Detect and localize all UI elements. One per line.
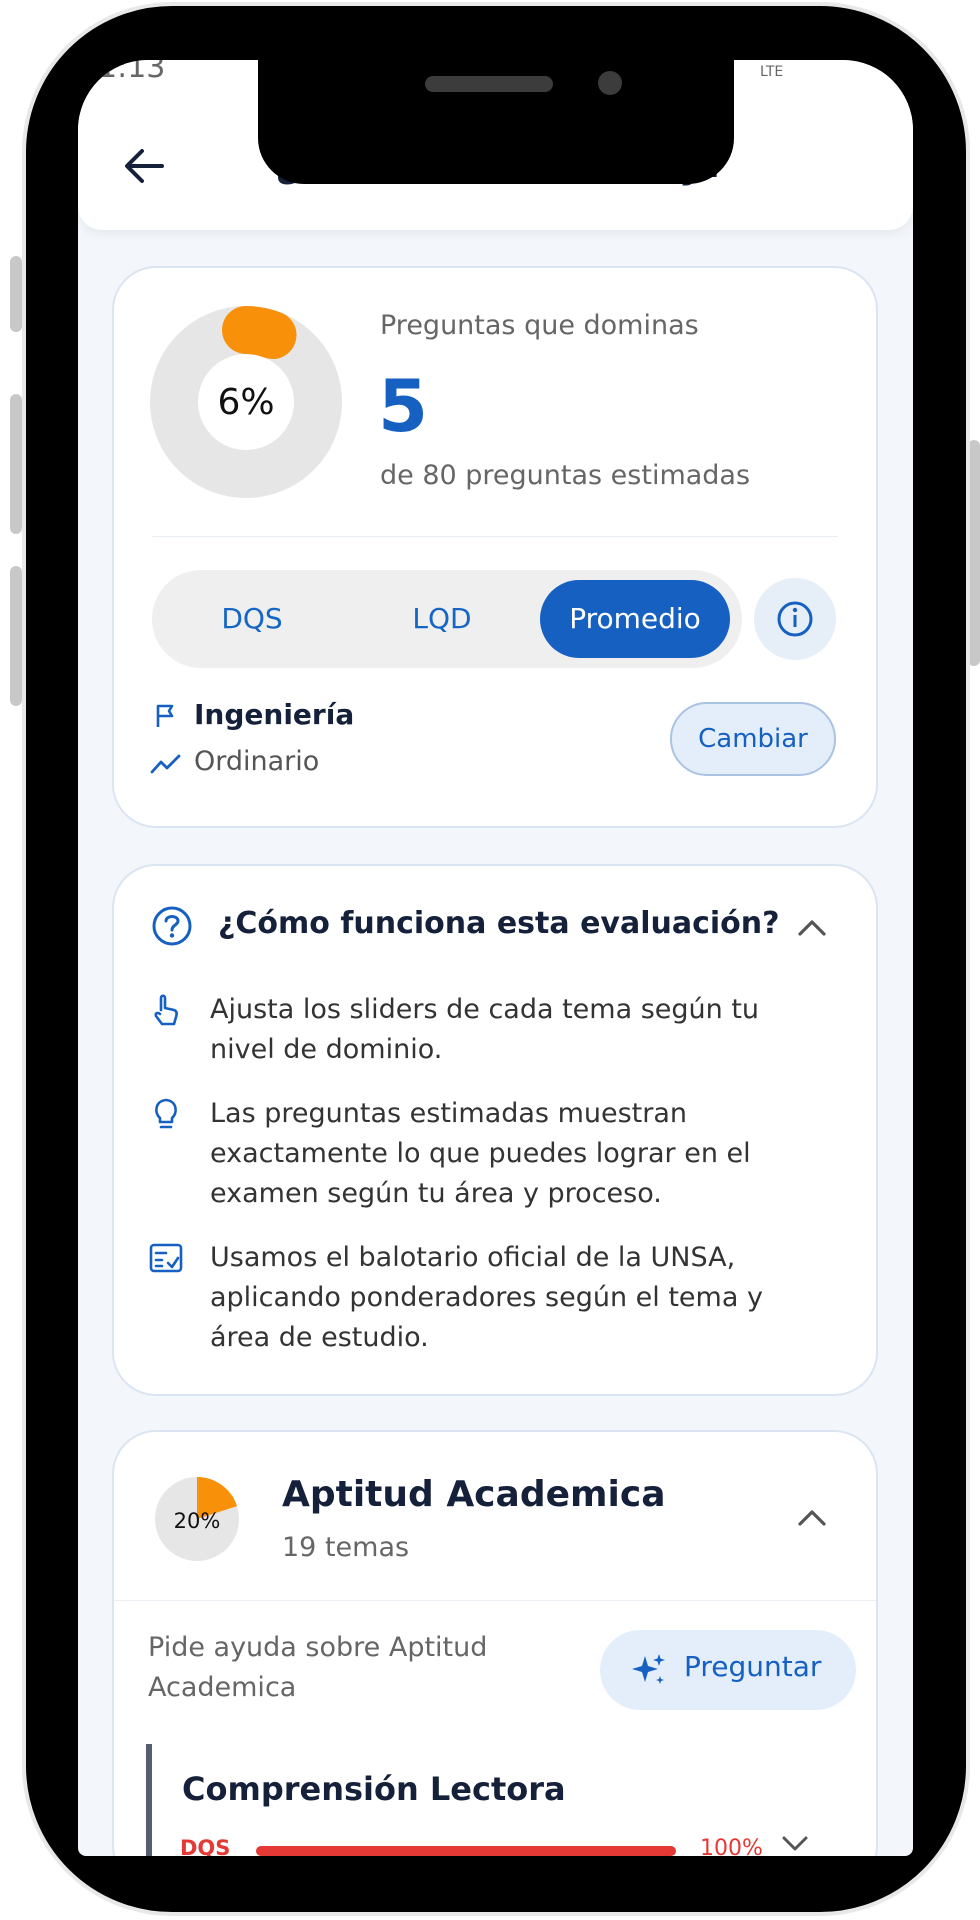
subject-card: 20% Aptitud Academica 19 temas Pide ayud… <box>112 1430 878 1856</box>
summary-card: 6% Preguntas que dominas 5 de 80 pregunt… <box>112 266 878 828</box>
phone-button-volume-up <box>10 394 22 534</box>
help-prompt-line1: Pide ayuda sobre Aptitud <box>148 1632 488 1663</box>
howto-item-1-line1: Ajusta los sliders de cada tema según tu <box>210 994 760 1025</box>
help-prompt: Pide ayuda sobre Aptitud Academica <box>148 1628 487 1708</box>
info-button[interactable] <box>754 578 836 660</box>
hand-pointer-icon <box>154 994 178 1026</box>
estimated-total: de 80 preguntas estimadas <box>380 460 751 491</box>
status-network: LTE <box>760 64 784 80</box>
phone-button-volume-down <box>10 566 22 706</box>
checklist-icon <box>149 1243 183 1273</box>
howto-item-2-line1: Las preguntas estimadas muestran <box>210 1098 688 1129</box>
howto-item-2: Las preguntas estimadas muestran exactam… <box>210 1094 751 1214</box>
howto-item-3-line1: Usamos el balotario oficial de la UNSA, <box>210 1242 736 1273</box>
phone-notch <box>258 60 734 184</box>
ask-button[interactable]: Preguntar <box>600 1630 856 1710</box>
chevron-down-icon[interactable] <box>778 1830 812 1856</box>
topic-value: 100% <box>700 1836 763 1856</box>
trend-icon <box>150 754 181 774</box>
topic-name: Comprensión Lectora <box>182 1770 566 1808</box>
howto-item-2-line3: examen según tu área y proceso. <box>210 1178 662 1209</box>
mastery-percent: 6% <box>217 382 274 423</box>
subject-topic-count: 19 temas <box>282 1532 410 1563</box>
lightbulb-icon <box>155 1098 177 1129</box>
divider <box>152 536 838 537</box>
subject-name: Aptitud Academica <box>282 1474 666 1515</box>
howto-item-3-line2: aplicando ponderadores según el tema y <box>210 1282 763 1313</box>
process-label: Ordinario <box>194 746 320 777</box>
info-icon <box>777 601 813 637</box>
howto-item-1-line2: nivel de dominio. <box>210 1034 443 1065</box>
speaker-grille <box>425 76 553 92</box>
area-label: Ingeniería <box>194 698 355 731</box>
change-button[interactable]: Cambiar <box>670 702 836 776</box>
front-camera <box>598 71 622 95</box>
app-screen: 1:13 LTE ¿Qué tan listo estoy? 6% Pregun… <box>78 60 913 1856</box>
howto-card: ¿Cómo funciona esta evaluación? Ajusta l… <box>112 864 878 1396</box>
summary-heading: Preguntas que dominas <box>380 310 699 341</box>
topic-progress-fill <box>256 1846 676 1856</box>
phone-button-silent <box>10 256 22 332</box>
ask-button-label: Preguntar <box>684 1650 822 1683</box>
chevron-up-icon[interactable] <box>794 914 830 942</box>
flag-icon <box>156 704 174 727</box>
help-prompt-line2: Academica <box>148 1672 297 1703</box>
topic-metric: DQS <box>180 1836 231 1856</box>
sparkle-icon <box>632 1654 665 1684</box>
subject-donut-chart: 20% <box>155 1477 239 1561</box>
howto-item-3-line3: área de estudio. <box>210 1322 429 1353</box>
divider <box>114 1600 876 1601</box>
tab-lqd[interactable]: LQD <box>352 580 532 658</box>
howto-item-2-line2: exactamente lo que puedes lograr en el <box>210 1138 751 1169</box>
chevron-up-icon[interactable] <box>794 1504 830 1532</box>
score-type-selector: DQS LQD Promedio <box>152 570 742 668</box>
tab-promedio[interactable]: Promedio <box>540 580 730 658</box>
howto-item-1: Ajusta los sliders de cada tema según tu… <box>210 990 759 1070</box>
topic-progress-track <box>256 1846 676 1856</box>
howto-title: ¿Cómo funciona esta evaluación? <box>218 906 780 941</box>
status-time: 1:13 <box>98 60 166 85</box>
tab-dqs[interactable]: DQS <box>162 580 342 658</box>
mastery-donut-chart: 6% <box>150 306 342 498</box>
mastered-count: 5 <box>378 364 429 448</box>
help-circle-icon <box>152 906 192 946</box>
howto-item-3: Usamos el balotario oficial de la UNSA, … <box>210 1238 763 1358</box>
topic-row[interactable]: Comprensión Lectora DQS 100% <box>146 1744 846 1856</box>
subject-percent: 20% <box>174 1509 221 1533</box>
